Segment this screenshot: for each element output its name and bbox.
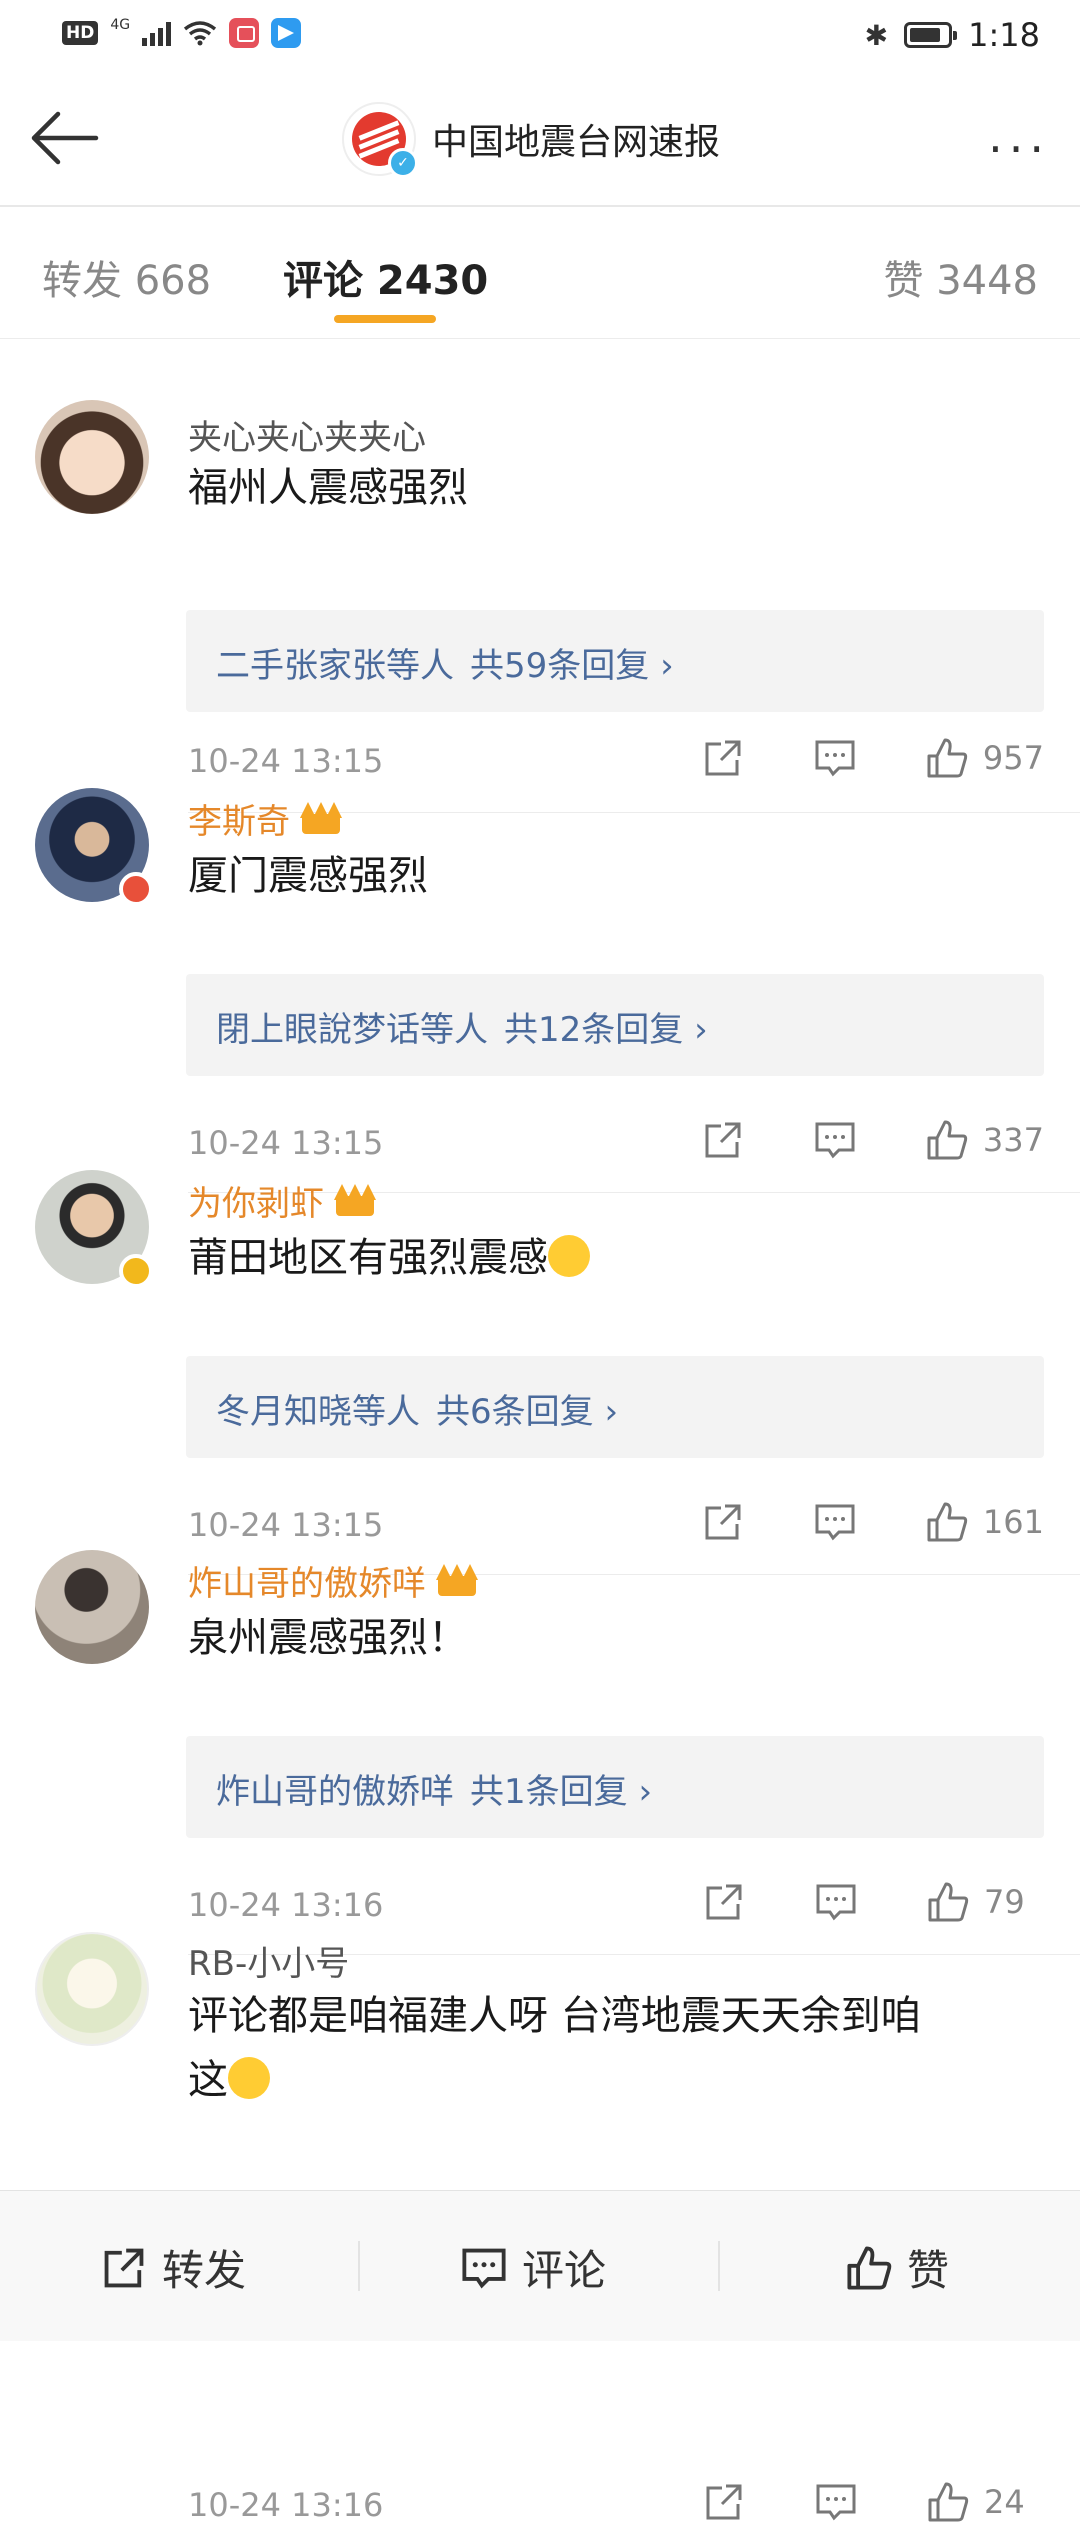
reply-users: 二手张家张等人: [216, 646, 454, 686]
comment-icon[interactable]: [813, 1118, 857, 1162]
active-tab-indicator: [334, 315, 436, 323]
repost-button[interactable]: 转发: [100, 2237, 246, 2298]
comment-icon[interactable]: [813, 736, 857, 780]
clock: 1:18: [968, 16, 1040, 54]
more-options-icon[interactable]: ···: [988, 122, 1050, 176]
commenter-name[interactable]: 夹心夹心夹夹心: [188, 410, 426, 459]
like-count: 957: [982, 739, 1044, 777]
share-icon[interactable]: [702, 1880, 746, 1924]
commenter-name[interactable]: 为你剥虾: [188, 1176, 324, 1225]
comment-time: 10-24 13:16: [188, 1886, 384, 1924]
top-header: ✓ 中国地震台网速报 ···: [0, 80, 1080, 205]
comment-icon[interactable]: [814, 1880, 858, 1924]
crown-icon: [300, 801, 342, 836]
reply-preview[interactable]: 冬月知晓等人 共6条回复 ›: [186, 1356, 1044, 1458]
comment-time: 10-24 13:15: [188, 1506, 384, 1544]
laughing-emoji-icon: [228, 2057, 270, 2099]
avatar[interactable]: [35, 1550, 149, 1664]
status-bar: HD 4G ✱ 1:18: [0, 0, 1080, 70]
hd-indicator: HD: [62, 21, 99, 45]
like-count: 337: [982, 1121, 1044, 1159]
comment-icon: [462, 2248, 506, 2288]
tab-bar: 转发 668 评论 2430 赞 3448: [0, 210, 1080, 330]
bottom-separator: [718, 2241, 720, 2291]
tab-repost[interactable]: 转发 668: [42, 248, 211, 306]
account-logo: ✓: [342, 102, 418, 178]
bluetooth-icon: ✱: [864, 18, 889, 52]
share-icon[interactable]: [702, 2480, 746, 2524]
repost-label: 转发: [162, 2246, 247, 2295]
reply-count: 共1条回复 ›: [470, 1772, 653, 1812]
reply-preview[interactable]: 炸山哥的傲娇咩 共1条回复 ›: [186, 1736, 1044, 1838]
avatar[interactable]: [35, 788, 153, 906]
commenter-name[interactable]: 炸山哥的傲娇咩: [188, 1556, 426, 1605]
account-title[interactable]: ✓ 中国地震台网速报: [342, 102, 721, 178]
comment-label: 评论: [522, 2246, 607, 2295]
reply-count: 共6条回复 ›: [436, 1392, 619, 1432]
like-icon[interactable]: [925, 1500, 969, 1544]
avatar[interactable]: [35, 1932, 149, 2046]
comment-icon[interactable]: [814, 2480, 858, 2524]
comment-text: 福州人震感强烈: [188, 465, 468, 511]
bottom-action-bar: 转发 评论 赞: [0, 2190, 1080, 2341]
bottom-separator: [358, 2241, 360, 2291]
like-count: 161: [982, 1503, 1044, 1541]
vip-badge-icon: [119, 872, 153, 906]
like-icon[interactable]: [926, 1880, 970, 1924]
comment-text-line: 这: [188, 2057, 228, 2103]
reply-preview[interactable]: 二手张家张等人 共59条回复 ›: [186, 610, 1044, 712]
comment-time: 10-24 13:15: [188, 742, 384, 780]
like-icon[interactable]: [925, 736, 969, 780]
notification-send-icon: [271, 18, 302, 48]
like-label: 赞: [907, 2246, 950, 2295]
share-icon[interactable]: [701, 1118, 745, 1162]
commenter-name[interactable]: 李斯奇: [188, 794, 290, 843]
like-icon[interactable]: [926, 2480, 970, 2524]
reply-count: 共59条回复 ›: [470, 646, 674, 686]
like-icon[interactable]: [925, 1118, 969, 1162]
avatar[interactable]: [35, 1170, 153, 1288]
crown-icon: [334, 1183, 376, 1218]
battery-icon: [904, 22, 958, 48]
comment-icon[interactable]: [813, 1500, 857, 1544]
reply-users: 冬月知晓等人: [216, 1392, 420, 1432]
commenter-name[interactable]: RB-小小号: [188, 1936, 349, 1985]
comment-text: 莆田地区有强烈震感: [188, 1226, 1048, 1290]
back-arrow-icon[interactable]: [28, 110, 100, 166]
comment-text-line: 评论都是咱福建人呀 台湾地震天天余到咱: [188, 1993, 921, 2039]
network-type: 4G: [110, 17, 131, 33]
account-name: 中国地震台网速报: [432, 122, 721, 163]
reply-users: 閉上眼說梦话等人: [216, 1010, 488, 1050]
reply-users: 炸山哥的傲娇咩: [216, 1772, 454, 1812]
like-count: 79: [984, 1883, 1025, 1921]
comment-button[interactable]: 评论: [460, 2237, 606, 2298]
crying-emoji-icon: [548, 1235, 590, 1277]
share-icon[interactable]: [701, 1500, 745, 1544]
reply-preview[interactable]: 閉上眼說梦话等人 共12条回复 ›: [186, 974, 1044, 1076]
reply-count: 共12条回复 ›: [504, 1010, 708, 1050]
like-icon: [847, 2245, 892, 2290]
notification-app-icon: [229, 18, 260, 48]
wifi-icon: [184, 21, 217, 46]
comment-text: 评论都是咱福建人呀 台湾地震天天余到咱 这: [188, 1984, 1048, 2112]
crown-icon: [436, 1563, 478, 1598]
tab-like[interactable]: 赞 3448: [883, 248, 1038, 306]
avatar[interactable]: [35, 400, 149, 514]
tabs-divider: [0, 338, 1080, 339]
comment-time: 10-24 13:15: [188, 1124, 384, 1162]
comment-text-content: 莆田地区有强烈震感: [188, 1235, 548, 1281]
tab-comment[interactable]: 评论 2430: [283, 248, 488, 306]
comment-text: 泉州震感强烈！: [188, 1615, 468, 1661]
verified-badge-icon: [119, 1254, 153, 1288]
like-button[interactable]: 赞: [845, 2237, 949, 2298]
share-icon: [104, 2248, 144, 2287]
comment-text: 厦门震感强烈: [188, 853, 428, 899]
share-icon[interactable]: [701, 736, 745, 780]
like-count: 24: [984, 2483, 1025, 2521]
comment-time: 10-24 13:16: [188, 2486, 384, 2524]
header-divider: [0, 205, 1080, 207]
signal-icon: [142, 20, 172, 46]
verified-badge-icon: ✓: [388, 148, 418, 178]
